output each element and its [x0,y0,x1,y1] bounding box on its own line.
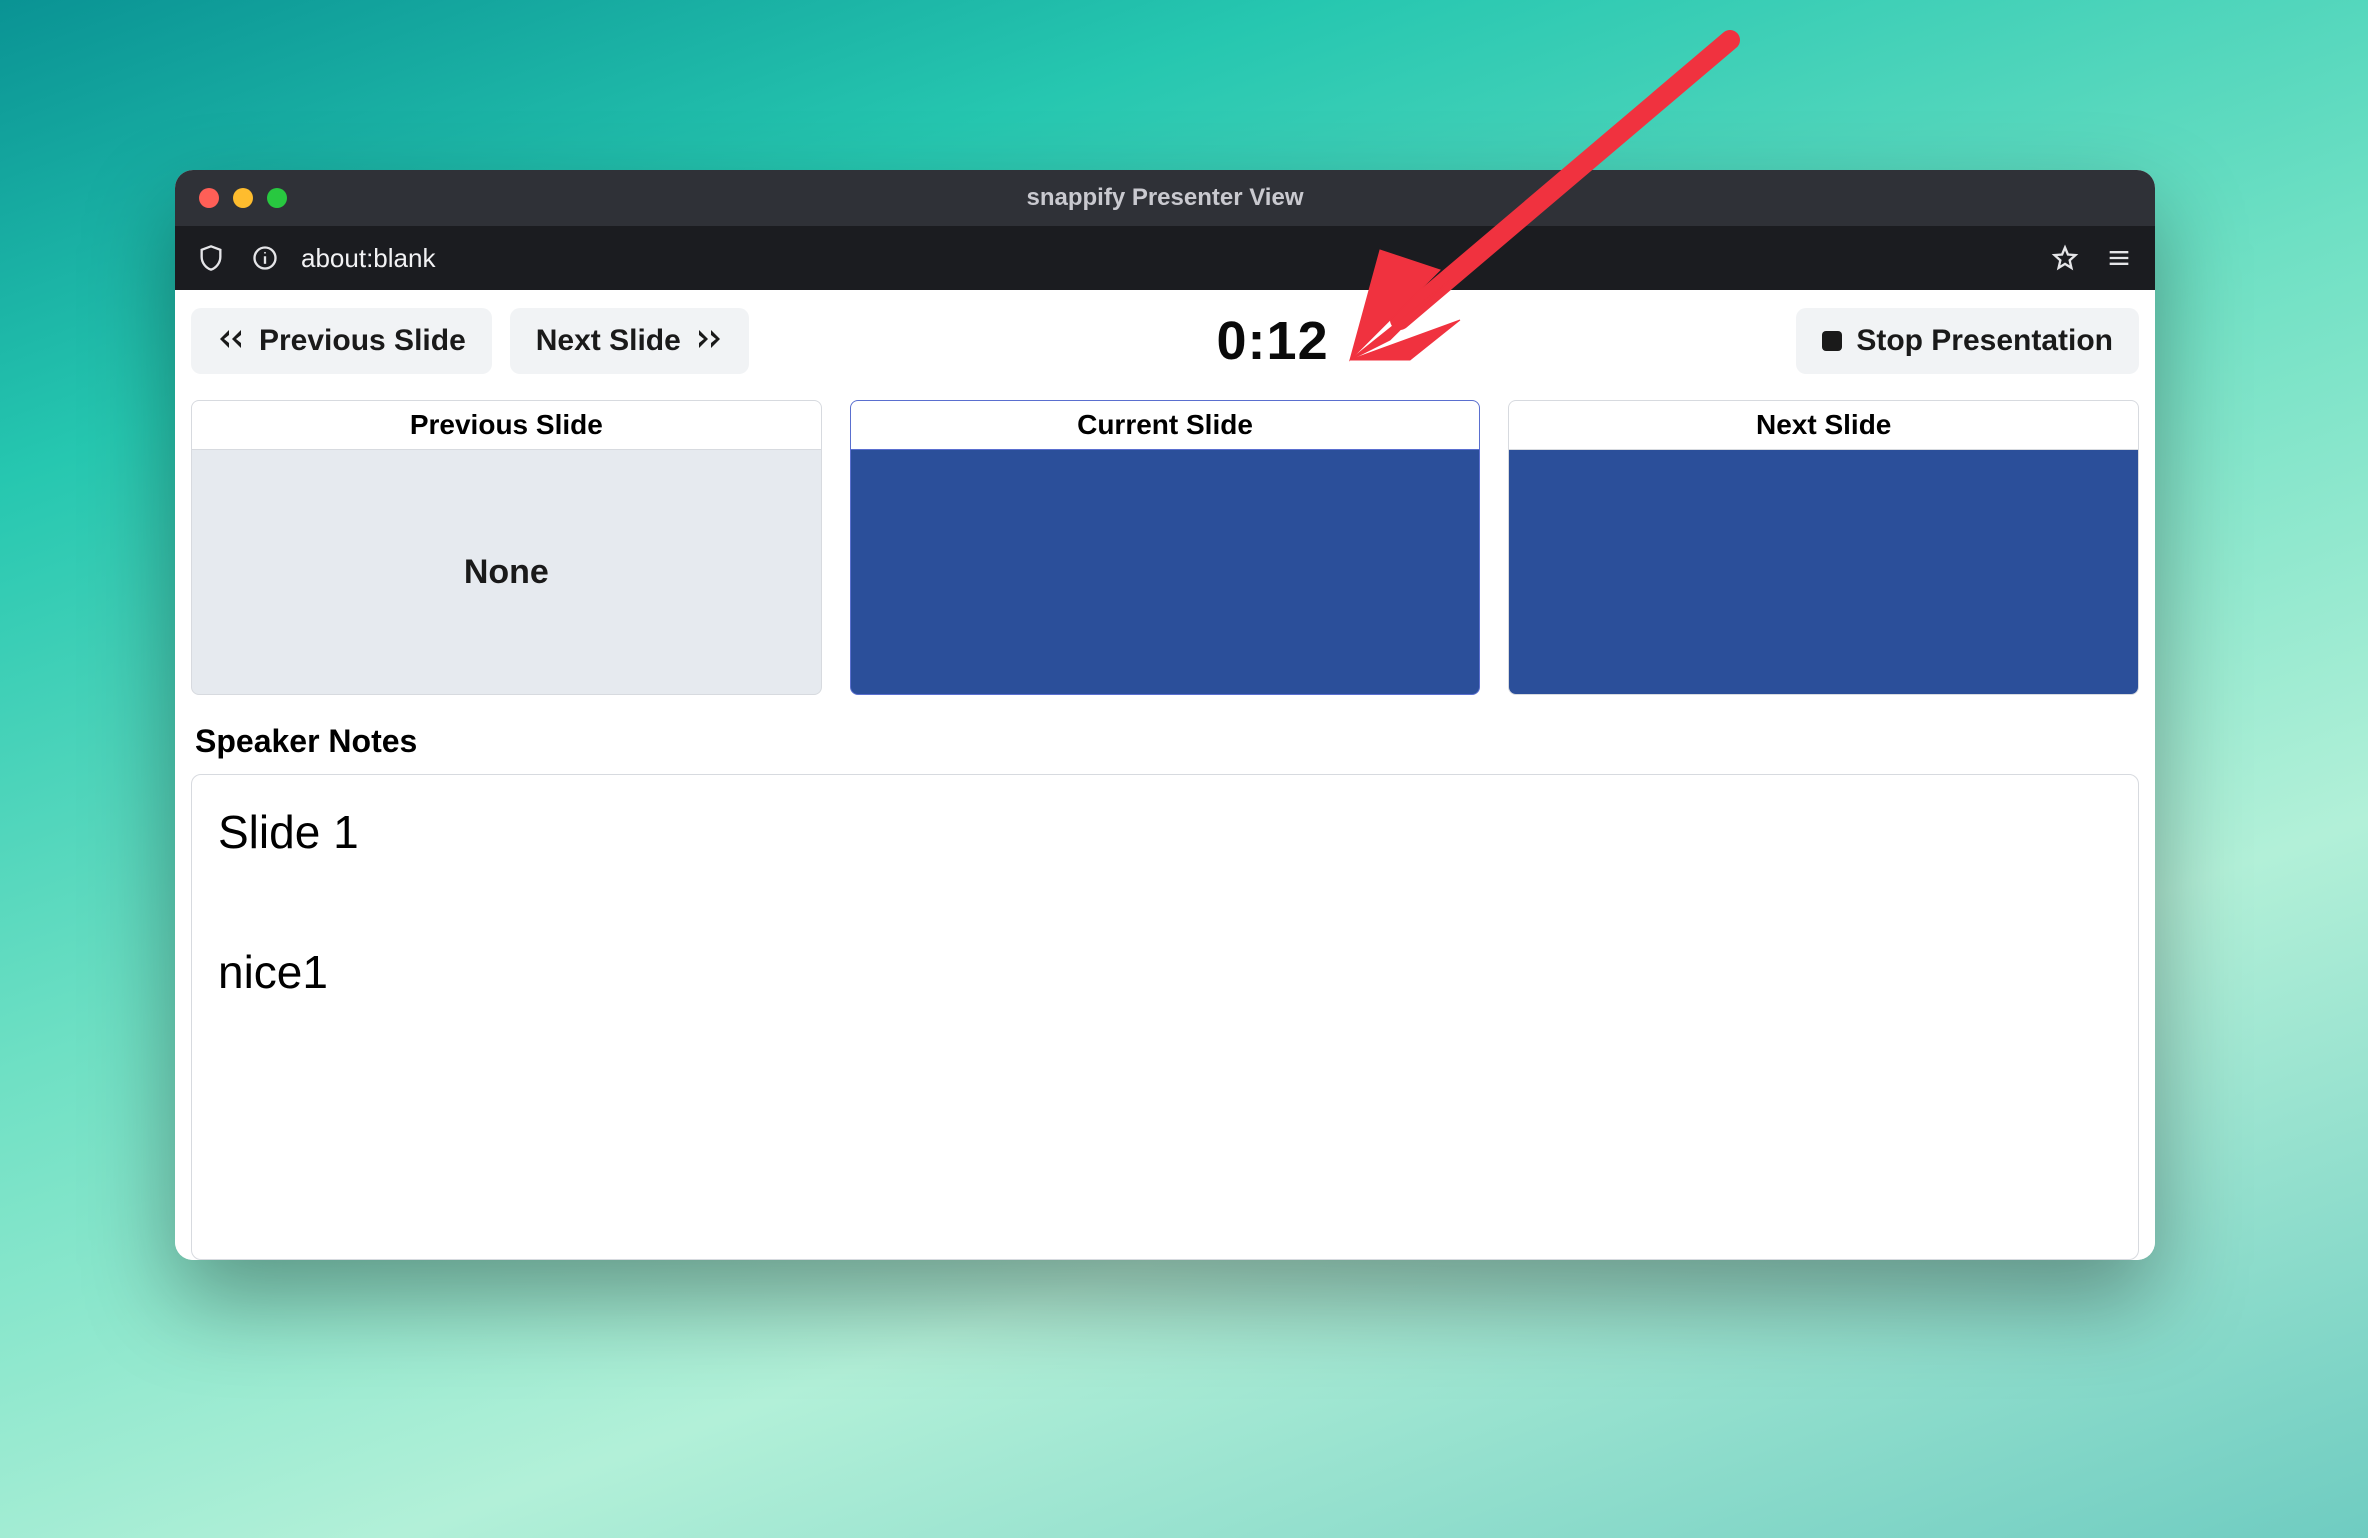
previous-slide-body: None [191,449,822,695]
stop-presentation-button[interactable]: Stop Presentation [1796,308,2139,374]
next-slide-button[interactable]: Next Slide [510,308,749,374]
previous-slide-button-label: Previous Slide [259,324,466,358]
minimize-window-button[interactable] [233,188,253,208]
browser-toolbar: about:blank [175,226,2155,290]
current-slide-body [850,449,1481,695]
info-icon[interactable] [247,240,283,276]
browser-window: snappify Presenter View about:blank Prev… [175,170,2155,1260]
close-window-button[interactable] [199,188,219,208]
current-slide-header: Current Slide [850,400,1481,449]
stop-icon [1822,331,1842,351]
bookmark-star-icon[interactable] [2047,240,2083,276]
next-slide-body [1508,449,2139,695]
presenter-controls-row: Previous Slide Next Slide 0:12 Stop Pres… [191,308,2139,374]
traffic-lights [175,188,287,208]
maximize-window-button[interactable] [267,188,287,208]
presenter-view-content: Previous Slide Next Slide 0:12 Stop Pres… [175,290,2155,1260]
previous-slide-button[interactable]: Previous Slide [191,308,492,374]
presentation-timer: 0:12 [1177,310,1369,372]
previous-slide-header: Previous Slide [191,400,822,449]
next-slide-button-label: Next Slide [536,324,681,358]
double-chevron-left-icon [217,324,245,358]
window-titlebar: snappify Presenter View [175,170,2155,226]
next-slide-preview: Next Slide [1508,400,2139,695]
speaker-notes-box: Slide 1 nice1 [191,774,2139,1260]
speaker-note-line: nice1 [218,943,2112,1003]
address-bar-url[interactable]: about:blank [301,243,435,274]
previous-slide-preview: Previous Slide None [191,400,822,695]
window-title: snappify Presenter View [175,184,2155,212]
stop-presentation-button-label: Stop Presentation [1856,324,2113,358]
next-slide-header: Next Slide [1508,400,2139,449]
double-chevron-right-icon [695,324,723,358]
current-slide-preview: Current Slide [850,400,1481,695]
speaker-notes-title: Speaker Notes [191,723,2139,760]
shield-icon[interactable] [193,240,229,276]
hamburger-menu-icon[interactable] [2101,240,2137,276]
speaker-note-line: Slide 1 [218,803,2112,863]
slides-preview-row: Previous Slide None Current Slide Next S… [191,400,2139,695]
